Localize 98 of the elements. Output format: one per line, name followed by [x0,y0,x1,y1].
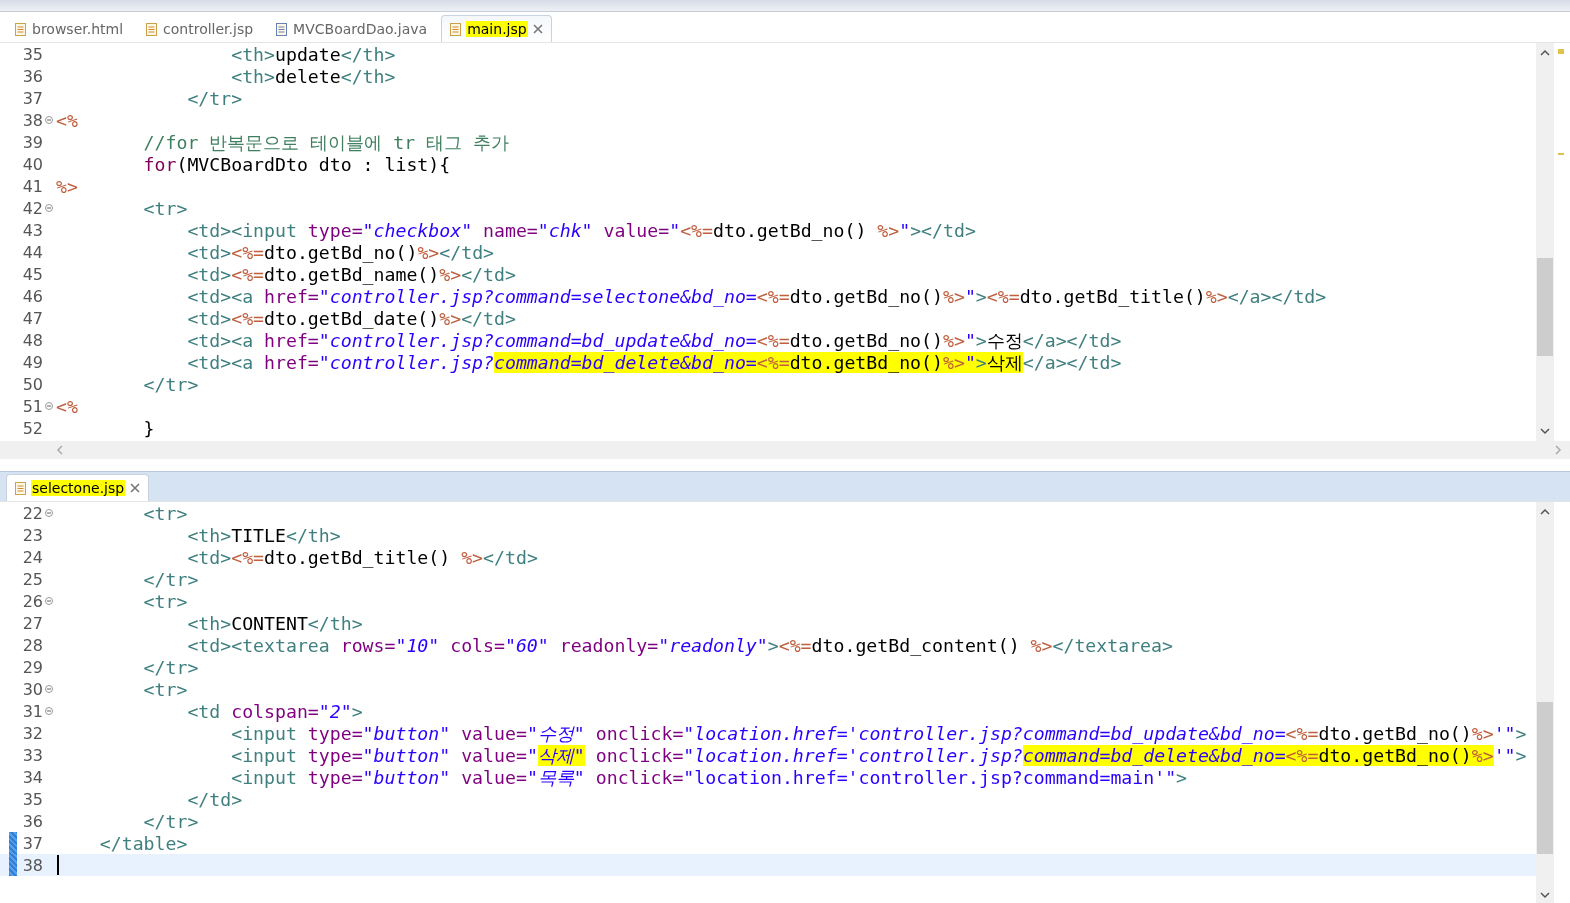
line-number: 26 [21,591,43,611]
line-number: 43 [21,220,43,240]
line-number: 40 [21,154,43,174]
line-number: 35 [21,44,43,64]
line-number: 24 [21,547,43,567]
code-line: <input type="button" value="목록" onclick="location.href='controller.jsp?command=main'"> [230,766,1188,790]
line-number: 32 [21,723,43,743]
code-line: <td><a href="controller.jsp?command=bd_update&bd_no=<%=dto.getBd_no()%>">수정</a></td> [186,329,1122,353]
line-number: 41 [21,176,43,196]
code-line: <td><%=dto.getBd_no()%></td> [186,241,495,263]
code-line: <td colspan="2"> [186,700,363,722]
line-number: 34 [21,767,43,787]
line-number: 38 [21,110,43,130]
line-number: 37 [21,833,43,853]
file-icon [15,22,26,36]
scroll-left-icon[interactable] [56,444,64,456]
code-line: </tr> [142,810,199,832]
scroll-thumb[interactable] [1537,702,1553,854]
line-number: 30 [21,679,43,699]
code-line: </tr> [142,568,199,590]
collapse-icon[interactable] [45,509,53,517]
code-line: <th>CONTENT</th> [186,612,363,634]
code-line: <td><input type="checkbox" name="chk" value="<%=dto.getBd_no() %>"></td> [186,219,976,241]
vertical-scrollbar[interactable] [1536,43,1554,441]
vertical-scrollbar[interactable] [1536,502,1554,903]
line-number: 36 [21,66,43,86]
line-number: 52 [21,418,43,438]
code-line: <td><a href="controller.jsp?command=selectone&bd_no=<%=dto.getBd_no()%>"><%=dto.getBd_title()%></a></td> [186,285,1327,307]
file-icon [15,481,26,495]
code-line: <td><%=dto.getBd_date()%></td> [186,307,516,329]
line-number: 45 [21,264,43,284]
code-line: <% [55,395,78,417]
code-line: %> [55,175,78,197]
collapse-icon[interactable] [45,685,53,693]
line-number: 23 [21,525,43,545]
scroll-right-icon[interactable] [1554,444,1562,456]
line-number: 28 [21,635,43,655]
line-number: 22 [21,503,43,523]
code-line: //for 반복문으로 테이블에 tr 태그 추가 [142,130,509,155]
code-line: <td><%=dto.getBd_title() %></td> [186,546,538,568]
line-number: 31 [21,701,43,721]
line-number: 27 [21,613,43,633]
horizontal-scrollbar[interactable] [0,441,1570,459]
collapse-icon[interactable] [45,204,53,212]
code-line: <td><textarea rows="10" cols="60" readonly="readonly"><%=dto.getBd_content() %></textarea> [186,634,1173,656]
scroll-down-icon[interactable] [1539,425,1551,437]
line-number: 48 [21,330,43,350]
code-line: </tr> [186,87,243,109]
code-line: for(MVCBoardDto dto : list){ [142,153,451,175]
code-line: <th>delete</th> [230,65,396,87]
editor-tab[interactable]: selectone.jsp [6,474,150,501]
code-line: </table> [98,832,188,854]
text-cursor [57,855,59,875]
line-number: 37 [21,88,43,108]
collapse-icon[interactable] [45,116,53,124]
file-icon [276,22,288,36]
collapse-icon[interactable] [45,402,53,410]
scroll-thumb[interactable] [1537,258,1553,356]
code-line: <td><a href="controller.jsp?command=bd_delete&bd_no=<%=dto.getBd_no()%>">삭제</a></td> [186,351,1122,375]
line-number: 38 [21,855,43,875]
file-icon [450,22,462,36]
collapse-icon[interactable] [45,707,53,715]
line-number: 35 [21,789,43,809]
code-line: <% [55,109,78,131]
code-line: <td><%=dto.getBd_name()%></td> [186,263,516,285]
code-line: </tr> [142,656,199,678]
code-line: <tr> [142,678,188,700]
line-number: 25 [21,569,43,589]
editor-tab[interactable]: controller.jsp [137,15,264,42]
line-number: 39 [21,132,43,152]
scroll-down-icon[interactable] [1539,889,1551,901]
line-number: 47 [21,308,43,328]
line-number: 42 [21,198,43,218]
code-line: } [142,417,155,439]
line-number: 36 [21,811,43,831]
editor-tab[interactable]: MVCBoardDao.java [267,15,438,42]
line-number: 29 [21,657,43,677]
line-number: 46 [21,286,43,306]
close-icon[interactable] [532,24,543,34]
code-line: <tr> [142,502,188,524]
line-number: 33 [21,745,43,765]
collapse-icon[interactable] [45,597,53,605]
editor-tab[interactable]: main.jsp [441,15,552,42]
code-line: <tr> [142,590,188,612]
code-line: <th>TITLE</th> [186,524,341,546]
line-number: 44 [21,242,43,262]
code-line: </td> [186,788,243,810]
file-icon [146,22,158,36]
editor-tab[interactable]: browser.html [6,15,134,42]
code-line: <input type="button" value="삭제" onclick="location.href='controller.jsp?command=bd_delete&bd_no=<%=dto.getBd_no()%>'"> [230,744,1527,768]
code-line: </tr> [142,373,199,395]
code-line: <th>update</th> [230,43,396,65]
line-number: 51 [21,396,43,416]
code-line: <tr> [142,197,188,219]
line-number: 49 [21,352,43,372]
line-number: 50 [21,374,43,394]
close-icon[interactable] [130,483,141,493]
code-line: <input type="button" value="수정" onclick="location.href='controller.jsp?command=bd_update&bd_no=<%=dto.getBd_no()%>'"> [230,722,1527,746]
